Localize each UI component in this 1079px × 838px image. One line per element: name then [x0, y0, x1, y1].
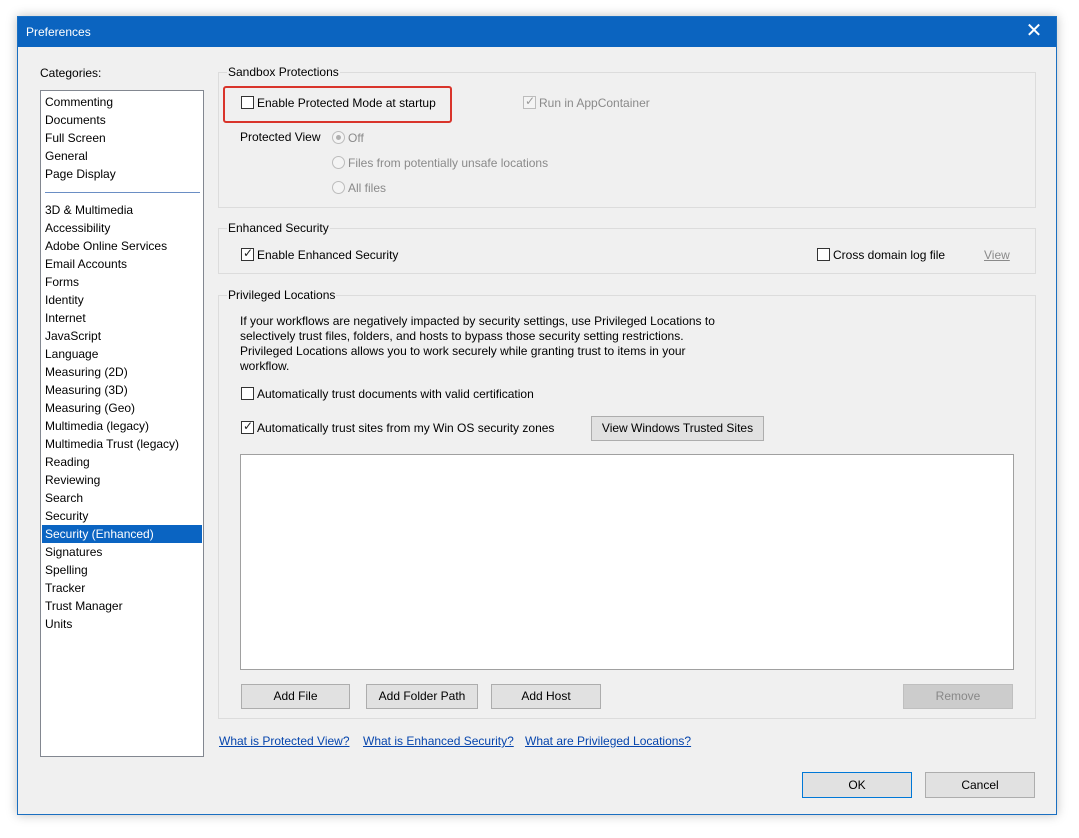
category-item[interactable]: Identity: [42, 291, 202, 309]
pv-off-radio[interactable]: [332, 131, 345, 144]
protected-mode-label[interactable]: Enable Protected Mode at startup: [257, 96, 436, 110]
cross-domain-log-checkbox[interactable]: [817, 248, 830, 261]
cancel-button[interactable]: Cancel: [925, 772, 1035, 798]
auto-trust-cert-label[interactable]: Automatically trust documents with valid…: [257, 387, 534, 401]
category-item[interactable]: Multimedia Trust (legacy): [42, 435, 202, 453]
category-item[interactable]: Multimedia (legacy): [42, 417, 202, 435]
category-item[interactable]: Commenting: [42, 93, 202, 111]
remove-button[interactable]: Remove: [903, 684, 1013, 709]
pv-off-label: Off: [348, 131, 364, 145]
categories-label: Categories:: [40, 66, 102, 80]
privileged-desc-line-3: Privileged Locations allows you to work …: [240, 344, 686, 358]
category-item[interactable]: Email Accounts: [42, 255, 202, 273]
ok-button[interactable]: OK: [802, 772, 912, 798]
protected-view-label: Protected View: [240, 130, 321, 144]
appcontainer-checkbox[interactable]: [523, 94, 536, 109]
view-log-link[interactable]: View: [984, 248, 1010, 262]
categories-separator: [45, 192, 200, 193]
category-item[interactable]: Full Screen: [42, 129, 202, 147]
pv-unsafe-radio[interactable]: [332, 156, 345, 169]
categories-list[interactable]: Commenting Documents Full Screen General Pag…: [40, 90, 204, 757]
category-item[interactable]: Forms: [42, 273, 202, 291]
add-file-button[interactable]: Add File: [241, 684, 350, 709]
enable-enhanced-security-label[interactable]: Enable Enhanced Security: [257, 248, 398, 262]
category-item[interactable]: Security: [42, 507, 202, 525]
pv-all-radio[interactable]: [332, 181, 345, 194]
enhanced-security-title: Enhanced Security: [227, 221, 330, 235]
protected-mode-checkbox[interactable]: [241, 96, 254, 109]
view-windows-trusted-sites-button[interactable]: View Windows Trusted Sites: [591, 416, 764, 441]
category-item[interactable]: Language: [42, 345, 202, 363]
sandbox-protections-title: Sandbox Protections: [227, 65, 340, 79]
preferences-dialog: Preferences ✕ Categories: Commenting Docu…: [17, 16, 1057, 815]
title-bar[interactable]: Preferences ✕: [18, 17, 1056, 47]
category-item[interactable]: Page Display: [42, 165, 202, 183]
category-item[interactable]: Measuring (Geo): [42, 399, 202, 417]
close-icon[interactable]: ✕: [1022, 20, 1046, 44]
category-item[interactable]: Tracker: [42, 579, 202, 597]
category-item[interactable]: Trust Manager: [42, 597, 202, 615]
category-item[interactable]: Accessibility: [42, 219, 202, 237]
category-item[interactable]: Signatures: [42, 543, 202, 561]
add-host-button[interactable]: Add Host: [491, 684, 601, 709]
category-item[interactable]: 3D & Multimedia: [42, 201, 202, 219]
enable-enhanced-security-checkbox[interactable]: [241, 246, 254, 261]
window-title: Preferences: [26, 25, 91, 39]
category-item[interactable]: Spelling: [42, 561, 202, 579]
pv-all-label: All files: [348, 181, 387, 195]
category-item[interactable]: General: [42, 147, 202, 165]
category-item[interactable]: Documents: [42, 111, 202, 129]
privileged-locations-title: Privileged Locations: [227, 288, 337, 302]
category-item[interactable]: Measuring (3D): [42, 381, 202, 399]
category-item[interactable]: JavaScript: [42, 327, 202, 345]
pv-unsafe-label: Files from potentially unsafe locations: [348, 156, 549, 170]
category-item[interactable]: Reading: [42, 453, 202, 471]
category-item[interactable]: Internet: [42, 309, 202, 327]
privileged-desc-line-4: workflow.: [240, 359, 290, 373]
auto-trust-sites-checkbox[interactable]: [241, 419, 254, 434]
category-item[interactable]: Adobe Online Services: [42, 237, 202, 255]
category-item[interactable]: Search: [42, 489, 202, 507]
category-item[interactable]: Security (Enhanced): [42, 525, 202, 543]
what-is-protected-view-link[interactable]: What is Protected View?: [219, 734, 350, 748]
category-item[interactable]: Units: [42, 615, 202, 633]
privileged-desc-line-1: If your workflows are negatively impacte…: [240, 314, 715, 328]
what-is-enhanced-security-link[interactable]: What is Enhanced Security?: [363, 734, 514, 748]
appcontainer-label: Run in AppContainer: [539, 96, 650, 110]
add-folder-path-button[interactable]: Add Folder Path: [366, 684, 478, 709]
privileged-desc-line-2: selectively trust files, folders, and ho…: [240, 329, 684, 343]
auto-trust-sites-label[interactable]: Automatically trust sites from my Win OS…: [257, 421, 554, 435]
category-item[interactable]: Reviewing: [42, 471, 202, 489]
privileged-locations-list[interactable]: [240, 454, 1014, 670]
cross-domain-log-label[interactable]: Cross domain log file: [833, 248, 945, 262]
auto-trust-cert-checkbox[interactable]: [241, 387, 254, 400]
category-item[interactable]: Measuring (2D): [42, 363, 202, 381]
what-are-privileged-locations-link[interactable]: What are Privileged Locations?: [525, 734, 691, 748]
